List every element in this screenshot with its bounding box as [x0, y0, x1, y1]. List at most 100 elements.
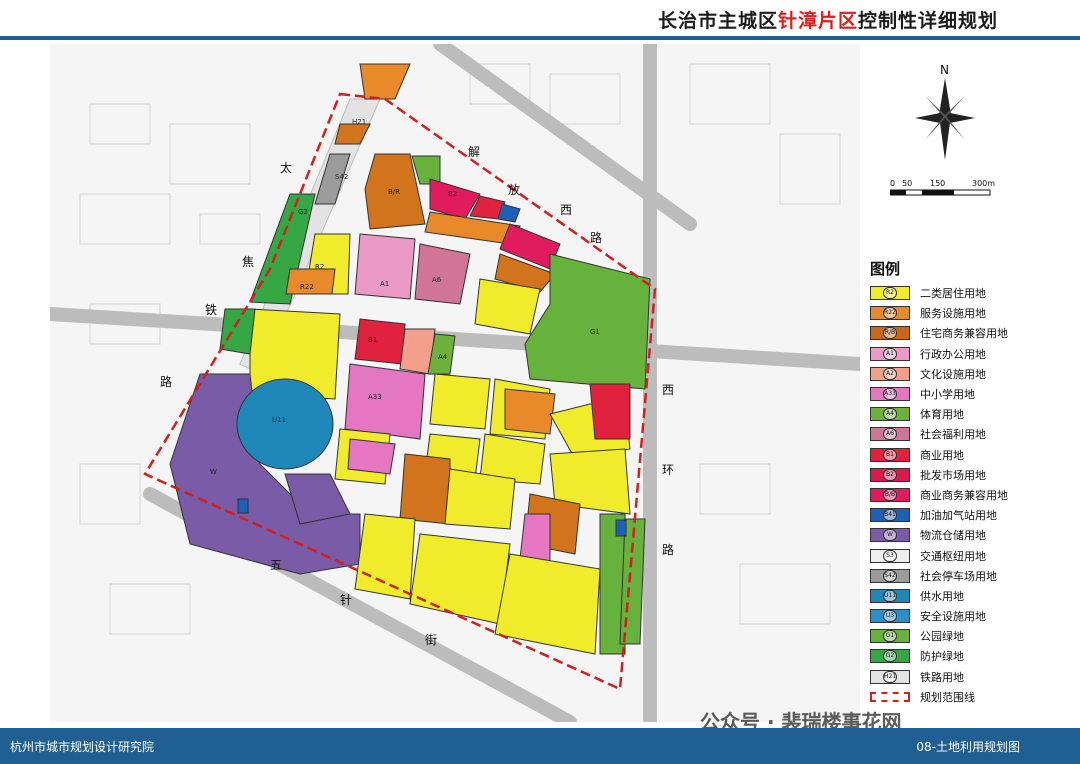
scale-tick: 50	[902, 179, 912, 188]
legend-item: B41 加油加气站用地	[870, 505, 1075, 525]
scale-tick: 300m	[972, 179, 995, 188]
footer-sheet-title: 08-土地利用规划图	[916, 740, 1020, 754]
legend-label: 加油加气站用地	[920, 509, 997, 523]
legend-label: 公园绿地	[920, 630, 964, 644]
legend-label: 铁路用地	[920, 670, 964, 684]
legend-item: R/B 住宅商务兼容用地	[870, 323, 1075, 343]
legend-swatch: A4	[870, 407, 910, 422]
footer: 杭州市城市规划设计研究院 08-土地利用规划图	[0, 728, 1080, 764]
legend-code: U3	[883, 610, 897, 623]
legend-label: 服务设施用地	[920, 307, 986, 321]
legend-label: 安全设施用地	[920, 610, 986, 624]
road-label: 太	[280, 160, 292, 175]
road-label: 西	[560, 203, 572, 217]
scale-bar: 0 50 150 300m	[889, 176, 1000, 206]
legend-item: U11 供水用地	[870, 586, 1075, 606]
legend-swatch: A33	[870, 387, 910, 402]
legend-code: B1	[883, 448, 897, 461]
parcel-code: B2	[448, 190, 457, 198]
parcel-b41-e	[615, 519, 627, 537]
legend-item: A4 体育用地	[870, 404, 1075, 424]
legend-label: 防护绿地	[920, 650, 964, 664]
legend-swatch: B1	[870, 447, 910, 462]
legend-swatch: A1	[870, 346, 910, 361]
scale-tick: 0	[890, 179, 895, 188]
legend-item: U3 安全设施用地	[870, 606, 1075, 626]
legend-code: B/B	[883, 488, 897, 501]
legend-code: A4	[883, 408, 897, 421]
parcel-a33-s	[347, 438, 396, 475]
parcel-g1-e2	[619, 518, 646, 645]
legend-item: A1 行政办公用地	[870, 344, 1075, 364]
legend-item: G1 公园绿地	[870, 626, 1075, 646]
road-label: 五	[270, 558, 282, 572]
legend-item: A6 社会福利用地	[870, 424, 1075, 444]
legend-label: 社会福利用地	[920, 428, 986, 442]
road-label: 街	[425, 633, 437, 647]
legend-swatch: R/B	[870, 326, 910, 341]
road-label: 路	[590, 230, 602, 245]
title-bar: 长治市主城区针漳片区控制性详细规划	[0, 0, 1080, 44]
legend-items: R2 二类居住用地 R22 服务设施用地 R/B 住宅商务兼容用地 A1 行政办公用地 A2 文化…	[870, 283, 1075, 687]
parcel-r2-c1	[429, 373, 491, 430]
parcel-code: H21	[352, 118, 366, 126]
legend-item: S3 交通枢纽用地	[870, 545, 1075, 565]
legend-label: 交通枢纽用地	[920, 549, 986, 563]
legend-code: G2	[883, 650, 897, 663]
legend-label: 物流仓储用地	[920, 529, 986, 543]
legend-swatch: B41	[870, 508, 910, 523]
legend-item: A33 中小学用地	[870, 384, 1075, 404]
parcel-code: A1	[380, 280, 389, 288]
legend-swatch: A2	[870, 366, 910, 381]
boundary-swatch	[870, 691, 910, 702]
parcel-code: B/R	[388, 188, 400, 196]
legend-item: B1 商业用地	[870, 445, 1075, 465]
legend-item: S42 社会停车场用地	[870, 566, 1075, 586]
road-label: 针	[340, 592, 352, 607]
parcel-b1-b	[354, 318, 406, 365]
parcel-code: G2	[298, 208, 308, 216]
legend-code: A33	[883, 388, 897, 401]
legend-code: A6	[883, 428, 897, 441]
legend-item: R2 二类居住用地	[870, 283, 1075, 303]
north-label: N	[940, 63, 949, 77]
scale-tick: 150	[930, 179, 945, 188]
parcel-r22-c	[504, 388, 556, 435]
legend-swatch: B2	[870, 467, 910, 482]
legend-label: 社会停车场用地	[920, 569, 997, 583]
legend-code: S3	[883, 549, 897, 562]
legend-swatch: U11	[870, 588, 910, 603]
legend-code: W	[883, 529, 897, 542]
page-title: 长治市主城区针漳片区控制性详细规划	[657, 10, 998, 32]
road-label: 路	[160, 374, 172, 389]
legend-swatch: G2	[870, 649, 910, 664]
legend-item: W 物流仓储用地	[870, 525, 1075, 545]
scale-bar-graphic: 0 50 150 300m	[889, 179, 995, 196]
legend-swatch: A6	[870, 427, 910, 442]
parcel-a6	[414, 243, 471, 305]
parcel-code: U11	[272, 416, 286, 424]
parcel-b1-e	[589, 383, 631, 440]
legend-swatch: U3	[870, 609, 910, 624]
parcel-g2-b	[219, 308, 256, 355]
legend-swatch: H21	[870, 669, 910, 684]
legend-label: 体育用地	[920, 408, 964, 422]
legend-label: 规划范围线	[920, 690, 975, 704]
parcel-code: S42	[335, 173, 348, 181]
parcel-b41-w	[237, 498, 249, 514]
road-label: 焦	[242, 255, 254, 269]
legend-swatch: S42	[870, 568, 910, 583]
parcel-code: A33	[368, 393, 382, 401]
land-use-map: 太 焦 铁 路 解 放 西 路 西 环 路 五 针 街 R2 R22 B/R A…	[43, 37, 867, 729]
footer-institution: 杭州市城市规划设计研究院	[10, 740, 155, 754]
road-label: 西	[662, 383, 674, 397]
legend-code: S42	[883, 569, 897, 582]
parcel-code: R2	[315, 263, 324, 271]
legend-code: R22	[883, 307, 897, 320]
parcel-r2-n	[474, 278, 541, 335]
legend-code: R2	[883, 287, 897, 300]
parcel-u11	[236, 378, 334, 470]
legend-code: R/B	[883, 327, 897, 340]
parcel-code: B1	[368, 336, 377, 344]
parcel-r2-s1	[444, 468, 516, 530]
